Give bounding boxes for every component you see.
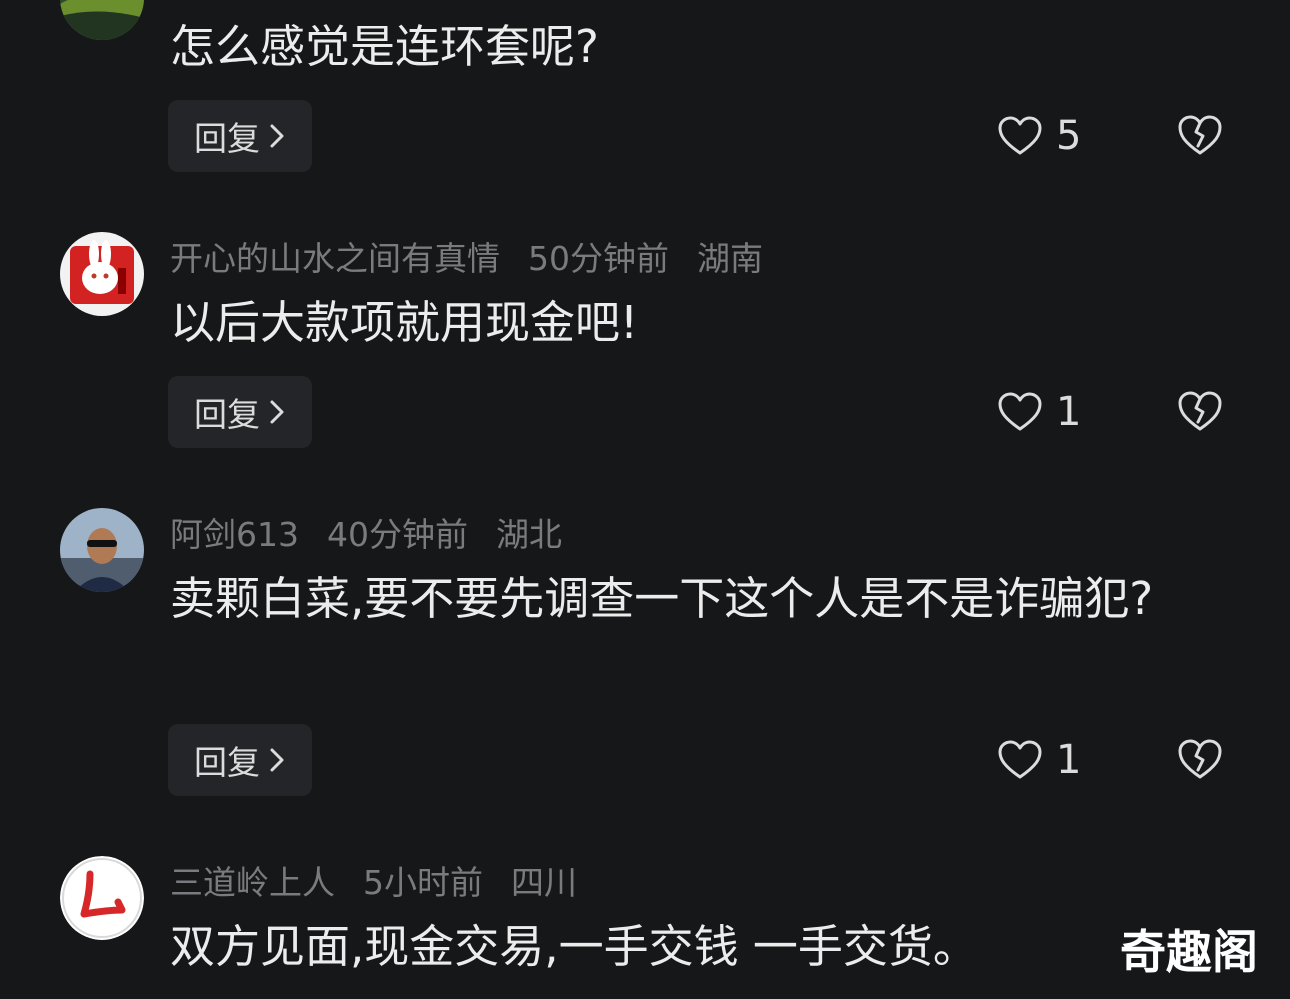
timestamp: 5小时前 <box>363 863 483 902</box>
username[interactable]: 阿剑613 <box>170 508 299 556</box>
username[interactable]: 三道岭上人 <box>170 856 335 904</box>
red-calligraphy-avatar[interactable] <box>60 856 144 940</box>
reply-label: 回复 <box>194 395 260 434</box>
heart-icon <box>998 392 1042 431</box>
dislike-button[interactable] <box>1178 738 1222 782</box>
comment-text: 双方见面,现金交易,一手交钱 一手交货。 <box>170 920 978 973</box>
like-button[interactable]: 1 <box>998 382 1081 442</box>
reply-button[interactable]: 回复 <box>168 376 312 448</box>
like-button[interactable]: 1 <box>998 730 1081 790</box>
man-sunglasses-avatar[interactable] <box>60 508 144 592</box>
chevron-right-icon <box>270 400 284 424</box>
like-count: 5 <box>1056 113 1082 159</box>
reply-label: 回复 <box>194 119 260 158</box>
dislike-button[interactable] <box>1178 390 1222 434</box>
location: 四川 <box>511 863 577 902</box>
like-button[interactable]: 5 <box>998 106 1081 166</box>
location: 湖北 <box>496 515 562 554</box>
comment-list-page: 怎么感觉是连环套呢? 回复 5 开心的山水之间有真情 50分钟前 湖南 以后大款… <box>0 0 1290 999</box>
timestamp: 40分钟前 <box>327 515 468 554</box>
chevron-right-icon <box>270 124 284 148</box>
rabbit-avatar[interactable] <box>60 232 144 316</box>
location: 湖南 <box>697 239 763 278</box>
broken-heart-icon <box>1178 391 1222 431</box>
timestamp: 50分钟前 <box>528 239 669 278</box>
reply-label: 回复 <box>194 743 260 782</box>
comment-meta: 阿剑613 40分钟前 湖北 <box>170 512 562 554</box>
broken-heart-icon <box>1178 115 1222 155</box>
comment-text: 以后大款项就用现金吧! <box>170 296 639 349</box>
dislike-button[interactable] <box>1178 114 1222 158</box>
comment-meta: 三道岭上人 5小时前 四川 <box>170 860 577 902</box>
chevron-right-icon <box>270 748 284 772</box>
heart-icon <box>998 740 1042 779</box>
watermark: 奇趣阁 <box>1120 925 1258 979</box>
username[interactable]: 开心的山水之间有真情 <box>170 232 500 280</box>
landscape-avatar[interactable] <box>60 0 144 40</box>
broken-heart-icon <box>1178 739 1222 779</box>
comment-text: 卖颗白菜,要不要先调查一下这个人是不是诈骗犯? <box>170 572 1154 625</box>
like-count: 1 <box>1056 737 1082 783</box>
reply-button[interactable]: 回复 <box>168 100 312 172</box>
comment-meta: 开心的山水之间有真情 50分钟前 湖南 <box>170 236 763 278</box>
comment-text: 怎么感觉是连环套呢? <box>170 20 599 73</box>
like-count: 1 <box>1056 389 1082 435</box>
heart-icon <box>998 116 1042 155</box>
reply-button[interactable]: 回复 <box>168 724 312 796</box>
